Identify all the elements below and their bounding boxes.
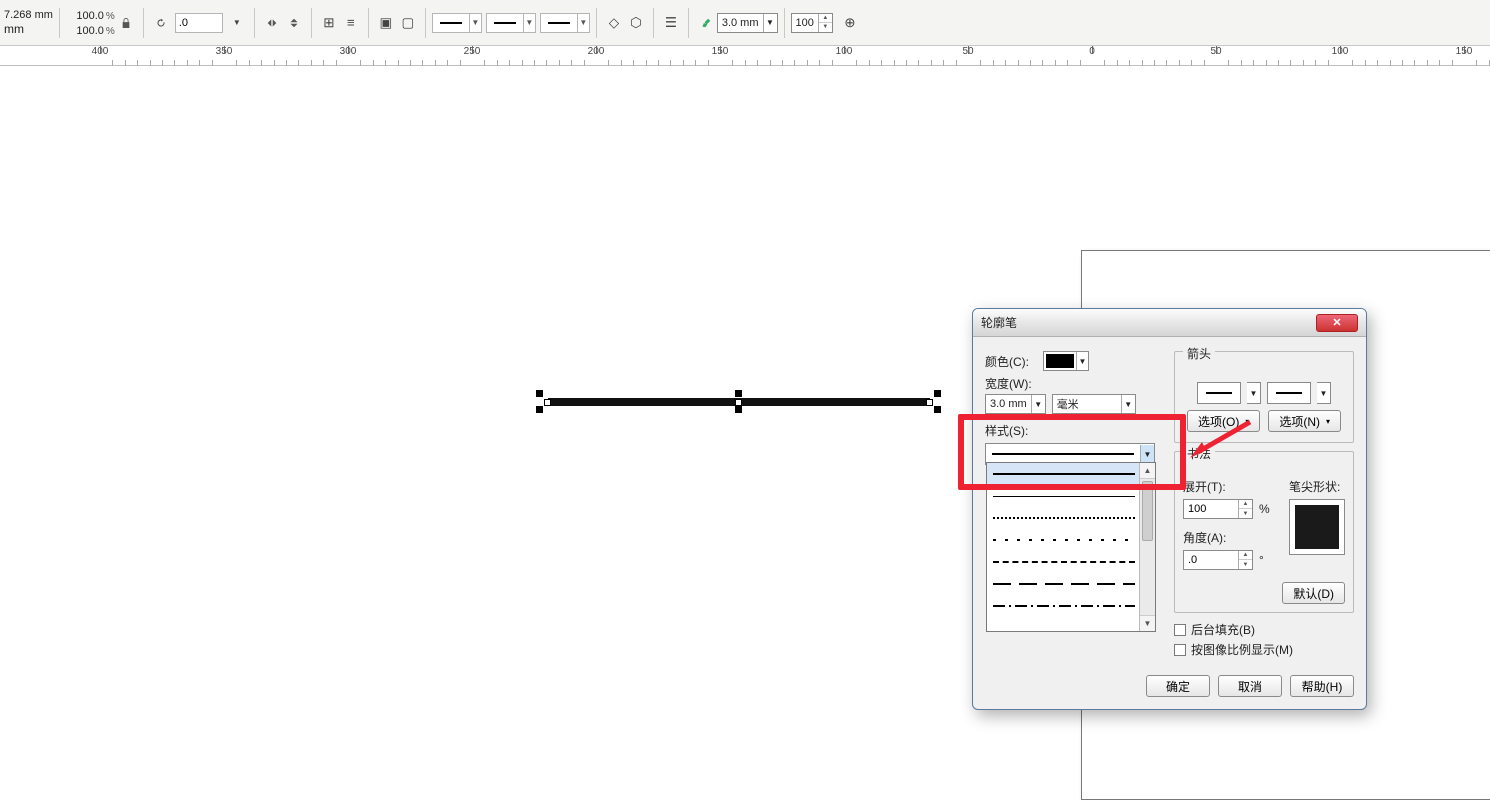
y-position-value: 7.268 mm xyxy=(4,9,53,21)
dialog-titlebar[interactable]: 轮廓笔 ✕ xyxy=(973,309,1366,337)
percent-mark: % xyxy=(1259,502,1270,516)
arrow-options-right-button[interactable]: 选项(N)▾ xyxy=(1268,410,1341,432)
snap-icon[interactable]: ⊕ xyxy=(839,12,861,34)
default-button[interactable]: 默认(D) xyxy=(1282,582,1345,604)
angle-label: 角度(A): xyxy=(1183,529,1279,546)
arrows-group: 箭头 ▼ ▼ 选项(O)▾ 选项(N)▾ xyxy=(1174,351,1354,443)
scale-y-value[interactable]: 100.0 xyxy=(66,25,104,37)
start-arrow-combo[interactable]: ▼ xyxy=(432,13,482,33)
degree-mark: ° xyxy=(1259,553,1264,567)
wrap-text-icon[interactable]: ☰ xyxy=(660,12,682,34)
help-button[interactable]: 帮助(H) xyxy=(1290,675,1354,697)
style-option-solid[interactable] xyxy=(987,463,1155,485)
ok-button[interactable]: 确定 xyxy=(1146,675,1210,697)
selection-handle[interactable] xyxy=(934,406,941,413)
rotate-icon[interactable] xyxy=(150,12,172,34)
nib-label: 笔尖形状: xyxy=(1289,478,1345,495)
angle-spinner[interactable]: ▲▼ xyxy=(1183,550,1253,570)
style-label: 样式(S): xyxy=(985,422,1037,439)
scroll-thumb[interactable] xyxy=(1142,481,1153,541)
color-picker[interactable]: ▼ xyxy=(1043,351,1089,371)
style-dropdown-list[interactable]: ▲ ▼ xyxy=(986,462,1156,632)
position-unit: mm xyxy=(4,22,24,36)
width-label: 宽度(W): xyxy=(985,375,1037,392)
order-front-icon[interactable]: ▣ xyxy=(375,12,397,34)
dropdown-scrollbar[interactable]: ▲ ▼ xyxy=(1139,463,1155,631)
width-combo[interactable]: 3.0 mm▼ xyxy=(985,394,1046,414)
behind-fill-checkbox[interactable]: 后台填充(B) xyxy=(1174,621,1354,638)
selection-center[interactable] xyxy=(735,399,742,406)
scale-x-value[interactable]: 100.0 xyxy=(66,10,104,22)
arrow-start-combo[interactable] xyxy=(1197,382,1241,404)
selection-handle[interactable] xyxy=(536,406,543,413)
style-option-dot-sparse[interactable] xyxy=(987,529,1155,551)
selection-handle[interactable] xyxy=(536,390,543,397)
width-unit-combo[interactable]: 毫米▼ xyxy=(1052,394,1136,414)
rotation-input[interactable] xyxy=(175,13,223,33)
property-bar: 7.268 mm mm 100.0% 100.0% ▼ ⊞ ≡ ▣ ▢ ▼ ▼ … xyxy=(0,0,1490,46)
color-label: 颜色(C): xyxy=(985,353,1037,370)
nib-shape-preview[interactable] xyxy=(1289,499,1345,555)
style-option-dot[interactable] xyxy=(987,507,1155,529)
arrow-options-left-button[interactable]: 选项(O)▾ xyxy=(1187,410,1260,432)
order-back-icon[interactable]: ▢ xyxy=(397,12,419,34)
stretch-label: 展开(T): xyxy=(1183,478,1279,495)
opacity-combo[interactable]: 100▲▼ xyxy=(791,13,833,33)
line-style-combo[interactable]: ▼ xyxy=(486,13,536,33)
style-option-thin[interactable] xyxy=(987,485,1155,507)
line-node[interactable] xyxy=(544,399,551,406)
align-icon[interactable]: ⊞ xyxy=(318,12,340,34)
stretch-spinner[interactable]: ▲▼ xyxy=(1183,499,1253,519)
cancel-button[interactable]: 取消 xyxy=(1218,675,1282,697)
dialog-title: 轮廓笔 xyxy=(981,314,1017,331)
scroll-up-icon[interactable]: ▲ xyxy=(1140,463,1155,479)
auto-close-icon[interactable]: ⬡ xyxy=(625,12,647,34)
selection-handle[interactable] xyxy=(934,390,941,397)
calligraphy-legend: 书法 xyxy=(1183,445,1215,462)
style-option-long-dash[interactable] xyxy=(987,573,1155,595)
selection-handle[interactable] xyxy=(735,390,742,397)
style-option-dash-dot[interactable] xyxy=(987,595,1155,617)
outline-pen-icon[interactable] xyxy=(695,12,717,34)
calligraphy-group: 书法 展开(T): ▲▼ % 角度(A): ▲▼ ° xyxy=(1174,451,1354,613)
scale-with-image-checkbox[interactable]: 按图像比例显示(M) xyxy=(1174,641,1354,658)
end-arrow-combo[interactable]: ▼ xyxy=(540,13,590,33)
close-button[interactable]: ✕ xyxy=(1316,314,1358,332)
scroll-down-icon[interactable]: ▼ xyxy=(1140,615,1155,631)
rotation-dropdown-icon[interactable]: ▼ xyxy=(226,12,248,34)
close-curve-icon[interactable]: ◇ xyxy=(603,12,625,34)
mirror-h-icon[interactable] xyxy=(261,12,283,34)
style-option-dash[interactable] xyxy=(987,551,1155,573)
arrow-end-combo[interactable] xyxy=(1267,382,1311,404)
percent-mark: % xyxy=(106,11,115,22)
mirror-v-icon[interactable] xyxy=(283,12,305,34)
lock-ratio-icon[interactable] xyxy=(115,12,137,34)
horizontal-ruler: 40035030025020015010050050100150 xyxy=(0,46,1490,66)
arrows-legend: 箭头 xyxy=(1183,345,1215,362)
outline-width-combo[interactable]: 3.0 mm▼ xyxy=(717,13,778,33)
distribute-icon[interactable]: ≡ xyxy=(340,12,362,34)
line-node[interactable] xyxy=(926,399,933,406)
selection-handle[interactable] xyxy=(735,406,742,413)
